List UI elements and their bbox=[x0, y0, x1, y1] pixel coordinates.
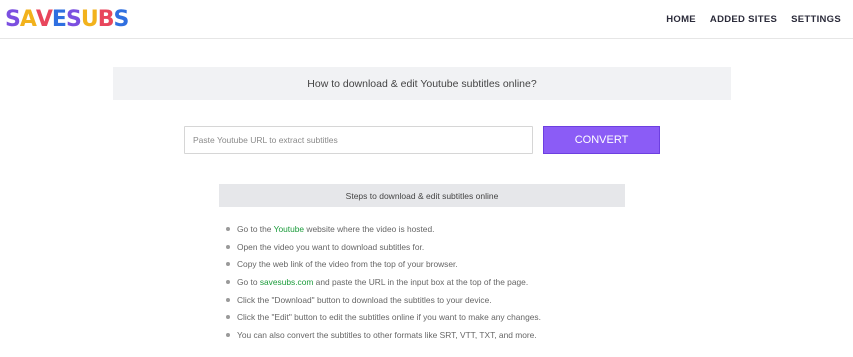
nav-settings-link[interactable]: SETTINGS bbox=[791, 14, 841, 25]
step-item: Copy the web link of the video from the … bbox=[223, 257, 783, 275]
nav-added-sites-link[interactable]: ADDED SITES bbox=[710, 14, 777, 25]
nav-home-link[interactable]: HOME bbox=[666, 14, 696, 25]
bullet-icon bbox=[226, 315, 230, 320]
main-nav: HOME ADDED SITES SETTINGS bbox=[666, 0, 841, 38]
steps-list: Go to the Youtube website where the vide… bbox=[223, 222, 783, 346]
step-item: Go to the Youtube website where the vide… bbox=[223, 222, 783, 240]
bullet-icon bbox=[226, 333, 230, 338]
step-item: Click the "Download" button to download … bbox=[223, 293, 783, 311]
step-item: Click the "Edit" button to edit the subt… bbox=[223, 310, 783, 328]
bullet-icon bbox=[226, 262, 230, 267]
page-title: How to download & edit Youtube subtitles… bbox=[307, 77, 537, 90]
step-item: You can also convert the subtitles to ot… bbox=[223, 328, 783, 346]
youtube-url-input[interactable] bbox=[184, 126, 533, 154]
convert-button[interactable]: CONVERT bbox=[543, 126, 660, 154]
page-title-banner: How to download & edit Youtube subtitles… bbox=[113, 67, 731, 100]
bullet-icon bbox=[226, 244, 230, 249]
bullet-icon bbox=[226, 280, 230, 285]
youtube-link[interactable]: Youtube bbox=[274, 224, 304, 234]
bullet-icon bbox=[226, 297, 230, 302]
steps-header: Steps to download & edit subtitles onlin… bbox=[219, 184, 625, 207]
steps-title: Steps to download & edit subtitles onlin… bbox=[345, 190, 499, 201]
savesubs-link[interactable]: savesubs.com bbox=[260, 277, 314, 287]
step-item: Open the video you want to download subt… bbox=[223, 240, 783, 258]
step-item: Go to savesubs.com and paste the URL in … bbox=[223, 275, 783, 293]
bullet-icon bbox=[226, 227, 230, 231]
savesubs-logo[interactable]: SAVESUBS bbox=[5, 4, 129, 34]
top-navbar: SAVESUBS HOME ADDED SITES SETTINGS bbox=[0, 0, 853, 39]
